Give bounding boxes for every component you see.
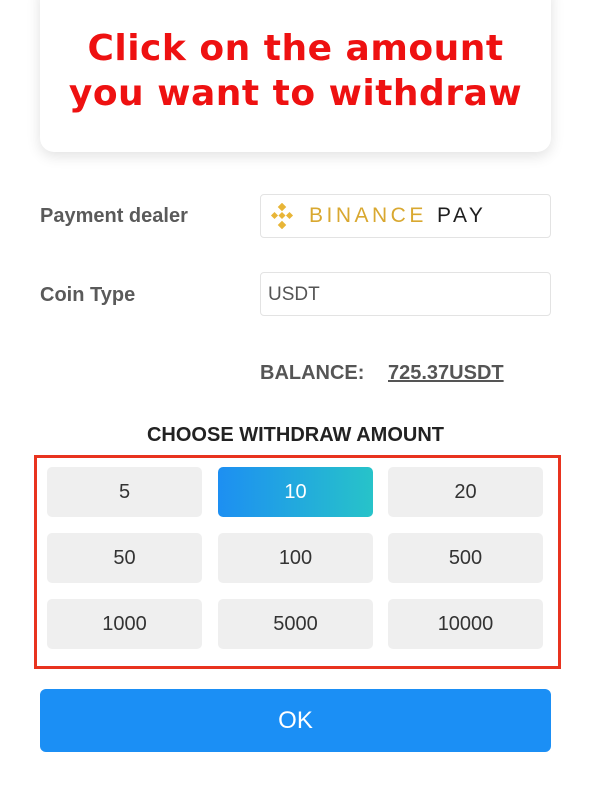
card-clipped-text [40, 0, 551, 4]
amount-button-10[interactable]: 10 [218, 467, 373, 517]
instruction-text: Click on the amount you want to withdraw [40, 26, 551, 116]
payment-dealer-field[interactable]: BINANCE PAY [260, 194, 551, 238]
coin-type-field[interactable]: USDT [260, 272, 551, 316]
binance-pay-text: PAY [437, 204, 487, 227]
instruction-card: Click on the amount you want to withdraw [40, 0, 551, 152]
payment-dealer-label: Payment dealer [40, 205, 188, 227]
amount-button-5[interactable]: 5 [47, 467, 202, 517]
amount-button-50[interactable]: 50 [47, 533, 202, 583]
amount-button-1000[interactable]: 1000 [47, 599, 202, 649]
amount-button-100[interactable]: 100 [218, 533, 373, 583]
binance-logo-icon [270, 203, 294, 229]
ok-button[interactable]: OK [40, 689, 551, 752]
amount-button-20[interactable]: 20 [388, 467, 543, 517]
coin-type-value: USDT [268, 284, 320, 305]
balance-value[interactable]: 725.37USDT [388, 362, 504, 385]
instruction-line-1: Click on the amount [87, 28, 504, 69]
choose-amount-title: CHOOSE WITHDRAW AMOUNT [146, 424, 444, 446]
amount-button-10000[interactable]: 10000 [388, 599, 543, 649]
coin-type-label: Coin Type [40, 284, 136, 306]
amount-button-500[interactable]: 500 [388, 533, 543, 583]
balance-label: BALANCE: [260, 362, 365, 384]
amount-button-5000[interactable]: 5000 [218, 599, 373, 649]
instruction-line-2: you want to withdraw [68, 73, 523, 114]
binance-brand-text: BINANCE [309, 204, 427, 227]
amount-grid: 5 10 20 50 100 500 1000 5000 10000 [34, 455, 561, 669]
